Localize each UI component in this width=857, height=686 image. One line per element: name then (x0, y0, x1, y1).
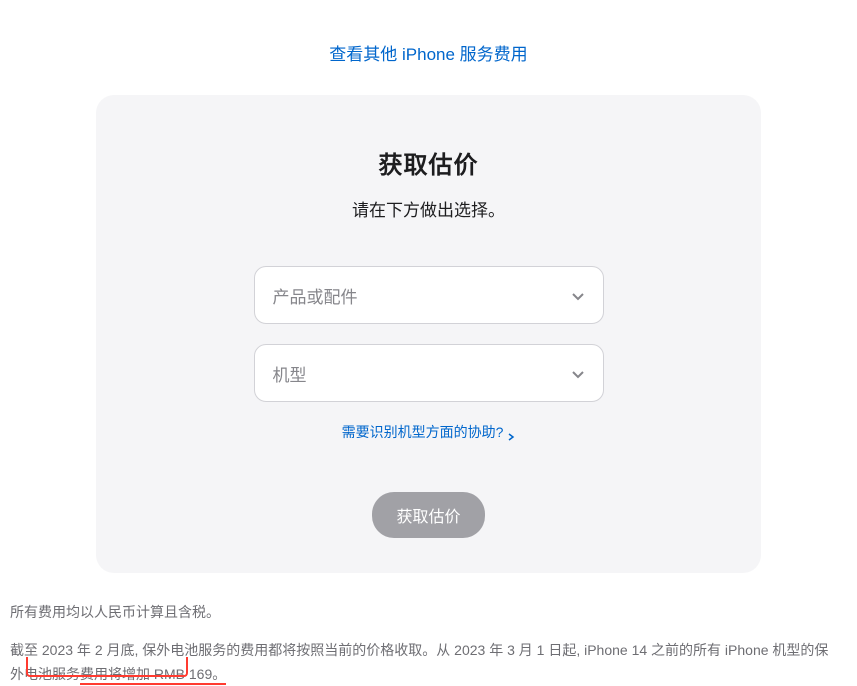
product-select-placeholder: 产品或配件 (273, 283, 358, 308)
get-estimate-button[interactable]: 获取估价 (372, 492, 484, 538)
model-select-placeholder: 机型 (273, 361, 307, 386)
help-link-label: 需要识别机型方面的协助? (342, 422, 504, 442)
view-other-services-link[interactable]: 查看其他 iPhone 服务费用 (329, 45, 527, 64)
model-select[interactable]: 机型 (254, 344, 604, 402)
chevron-down-icon (571, 288, 585, 302)
footer-text: 所有费用均以人民币计算且含税。 截至 2023 年 2 月底, 保外电池服务的费… (10, 601, 840, 686)
notice-highlight: 费用将增加 RMB 169。 (80, 666, 226, 685)
product-select[interactable]: 产品或配件 (254, 266, 604, 324)
card-subtitle: 请在下方做出选择。 (136, 196, 721, 221)
footer-line1: 所有费用均以人民币计算且含税。 (10, 601, 840, 625)
footer-notice: 截至 2023 年 2 月底, 保外电池服务的费用都将按照当前的价格收取。从 2… (10, 639, 840, 686)
identify-model-help-link[interactable]: 需要识别机型方面的协助? (342, 422, 516, 442)
chevron-right-icon (507, 428, 515, 436)
card-title: 获取估价 (136, 145, 721, 180)
estimate-card: 获取估价 请在下方做出选择。 产品或配件 机型 需要识别机型方面的协助? (96, 95, 761, 573)
chevron-down-icon (571, 366, 585, 380)
